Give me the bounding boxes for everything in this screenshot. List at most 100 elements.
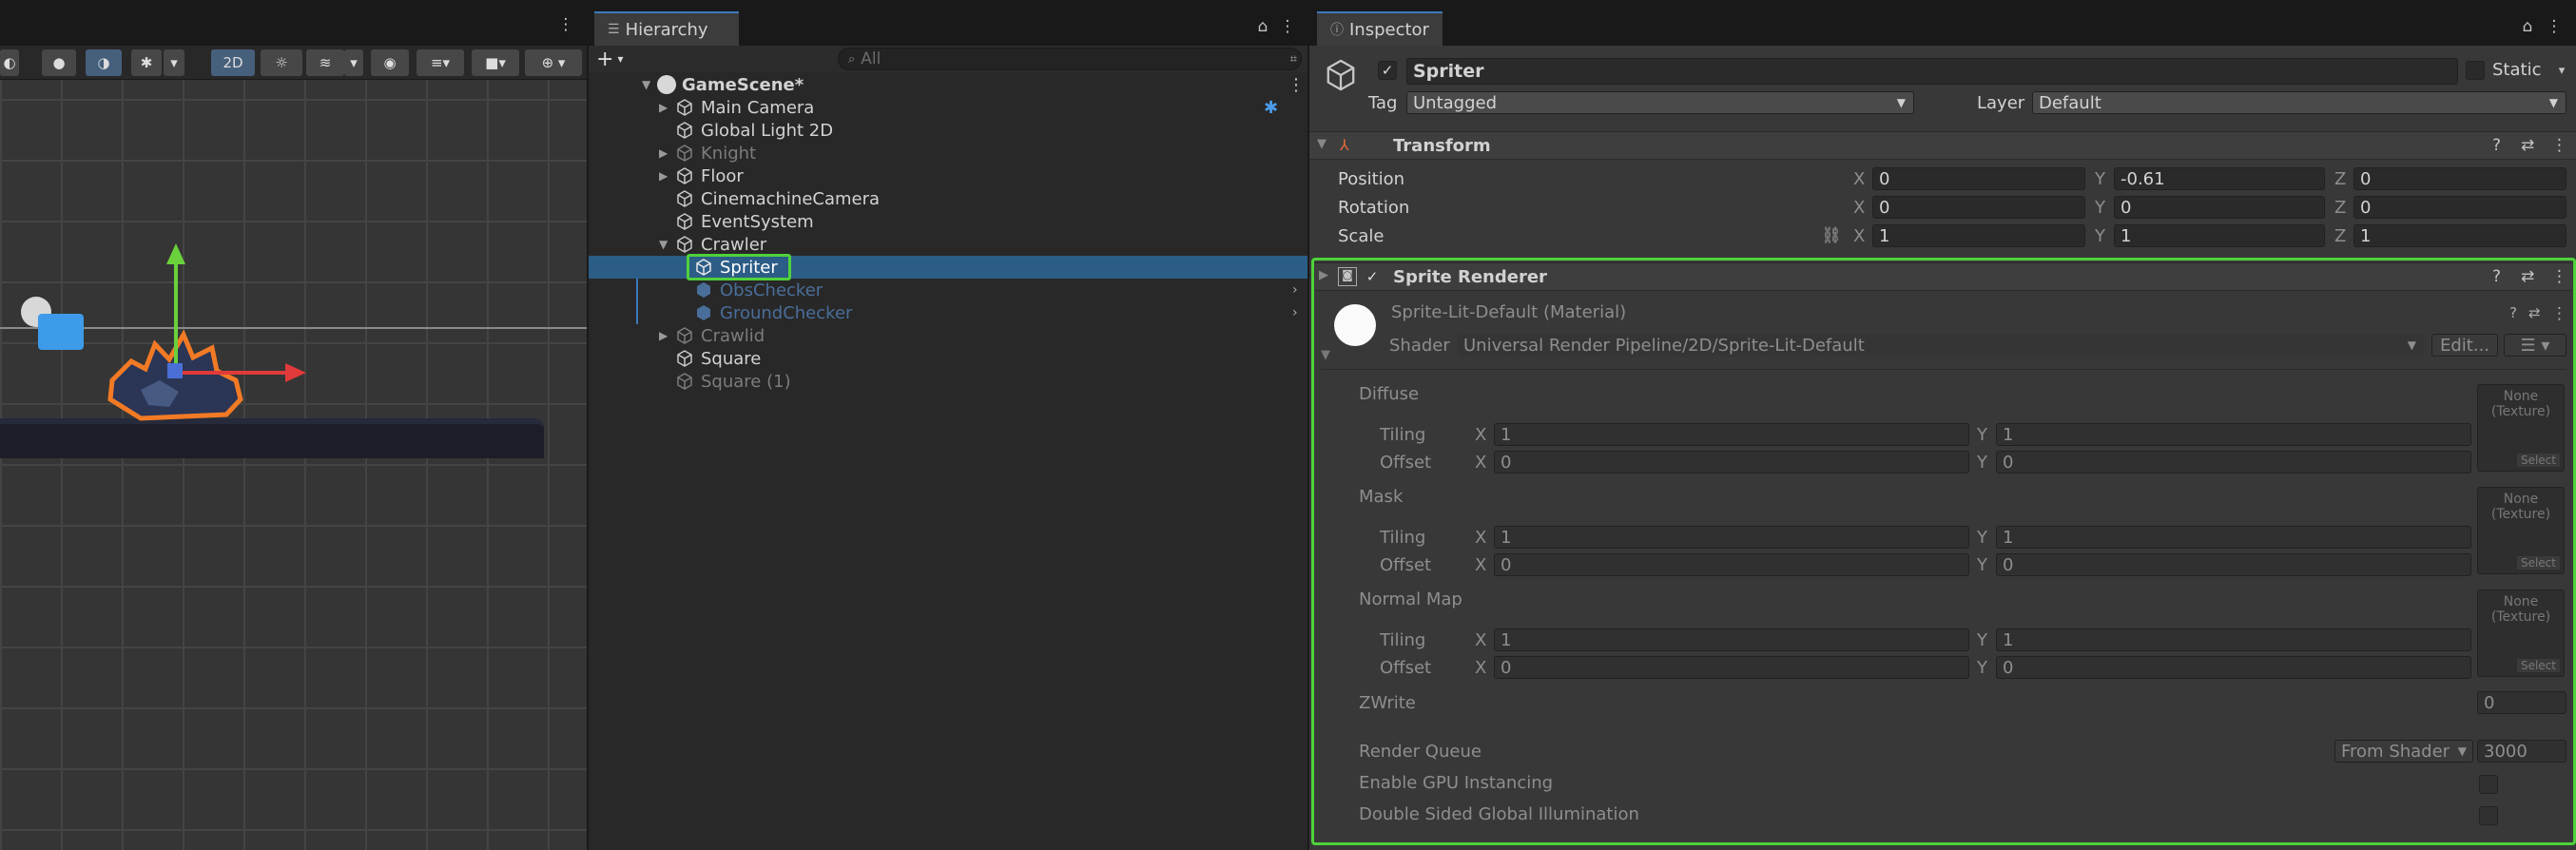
lighting-mode-icon[interactable]: ◑ — [86, 49, 122, 76]
active-checkbox[interactable]: ✓ — [1378, 61, 1397, 80]
position-z-field[interactable]: 0 — [2353, 167, 2566, 190]
more-menu-icon[interactable]: ⋮ — [2551, 304, 2567, 323]
chevron-right-icon[interactable]: › — [1292, 305, 1298, 320]
list-item[interactable]: ▶ Floor — [589, 164, 1309, 187]
more-menu-icon[interactable]: ⋮ — [2551, 136, 2567, 155]
mask-tiling-y[interactable]: 1 — [1996, 526, 2471, 549]
lock-icon[interactable]: ⌂ — [2519, 17, 2536, 36]
list-item[interactable]: ▶ Knight — [589, 142, 1309, 164]
normal-offset-y[interactable]: 0 — [1996, 656, 2471, 679]
effects-icon[interactable]: ≋ — [306, 49, 344, 76]
layer-dropdown[interactable]: Default ▼ — [2032, 91, 2566, 114]
visibility-eye-icon[interactable]: ◉ — [371, 49, 409, 76]
move-gizmo-y-axis[interactable] — [174, 255, 178, 375]
zwrite-field[interactable]: 0 — [2477, 691, 2566, 714]
render-queue-mode-dropdown[interactable]: From Shader ▼ — [2334, 740, 2473, 763]
select-texture-button[interactable]: Select — [2516, 454, 2560, 467]
hierarchy-search[interactable]: ⌕ All ⌗ — [838, 48, 1302, 70]
mask-offset-x[interactable]: 0 — [1494, 553, 1969, 576]
list-item-selected[interactable]: Spriter — [589, 254, 1309, 280]
rotation-x-field[interactable]: 0 — [1872, 196, 2085, 219]
expand-arrow-icon[interactable]: ▶ — [659, 101, 668, 114]
scale-z-field[interactable]: 1 — [2353, 224, 2566, 247]
expand-arrow-icon[interactable]: ▶ — [659, 146, 668, 160]
render-queue-field[interactable]: 3000 — [2477, 740, 2566, 763]
more-menu-icon[interactable]: ⋮ — [2551, 267, 2567, 286]
double-sided-gi-checkbox[interactable] — [2479, 806, 2498, 825]
gizmo-bug-icon[interactable]: ✱ — [131, 49, 162, 76]
gpu-instancing-checkbox[interactable] — [2479, 775, 2498, 794]
list-item[interactable]: Global Light 2D — [589, 119, 1309, 142]
tab-hierarchy[interactable]: ☰ Hierarchy — [594, 11, 739, 46]
diffuse-tiling-x[interactable]: 1 — [1494, 423, 1969, 446]
more-menu-icon[interactable]: ⋮ — [1288, 75, 1305, 95]
normal-map-texture-slot[interactable]: None (Texture) Select — [2477, 589, 2565, 677]
lock-icon[interactable]: ⌂ — [1254, 17, 1271, 36]
scale-x-field[interactable]: 1 — [1872, 224, 2085, 247]
edit-shader-button[interactable]: Edit... — [2431, 334, 2498, 357]
expand-arrow-icon[interactable]: ▶ — [659, 329, 668, 342]
preset-icon[interactable]: ⇄ — [2528, 304, 2541, 321]
more-menu-icon[interactable]: ⋮ — [558, 15, 574, 34]
enabled-checkbox[interactable]: ✓ — [1363, 267, 1382, 286]
move-gizmo-x-axis[interactable] — [176, 371, 290, 375]
diffuse-offset-x[interactable]: 0 — [1494, 451, 1969, 473]
move-gizmo-center[interactable] — [167, 363, 183, 378]
list-item[interactable]: Square — [589, 347, 1309, 370]
sprite-renderer-header[interactable]: ▶ ◙ ✓ Sprite Renderer ? ⇄ ⋮ — [1315, 262, 2572, 291]
chevron-down-icon[interactable]: ▾ — [2555, 61, 2568, 80]
expand-arrow-icon[interactable]: ▼ — [642, 78, 650, 91]
diffuse-offset-y[interactable]: 0 — [1996, 451, 2471, 473]
normal-tiling-x[interactable]: 1 — [1494, 628, 1969, 651]
transform-header[interactable]: ▼ ⅄ Transform ? ⇄ ⋮ — [1309, 131, 2576, 160]
link-scale-icon[interactable]: ⛓ — [1821, 226, 1842, 245]
gizmos-icon[interactable]: ⊕ ▾ — [525, 49, 582, 76]
list-item[interactable]: ObsChecker › — [589, 279, 1309, 301]
more-menu-icon[interactable]: ⋮ — [2547, 17, 2563, 36]
layers-icon[interactable]: ≡▾ — [416, 49, 464, 76]
tag-dropdown[interactable]: Untagged ▼ — [1406, 91, 1914, 114]
list-item[interactable]: EventSystem — [589, 210, 1309, 233]
list-item[interactable]: ▶ Crawlid — [589, 324, 1309, 347]
select-texture-button[interactable]: Select — [2516, 556, 2560, 570]
static-checkbox[interactable] — [2466, 61, 2485, 80]
position-x-field[interactable]: 0 — [1872, 167, 2085, 190]
search-options-icon[interactable]: ⌗ — [1290, 52, 1297, 67]
list-item[interactable]: CinemachineCamera — [589, 187, 1309, 210]
diffuse-texture-slot[interactable]: None (Texture) Select — [2477, 384, 2565, 472]
list-item[interactable]: ▼ Crawler — [589, 233, 1309, 256]
shader-dropdown[interactable]: Universal Render Pipeline/2D/Sprite-Lit-… — [1458, 334, 2424, 357]
camera-icon[interactable]: ■▾ — [472, 49, 519, 76]
scale-y-field[interactable]: 1 — [2114, 224, 2325, 247]
expand-arrow-icon[interactable]: ▶ — [659, 169, 668, 183]
expand-arrow-icon[interactable]: ▶ — [1319, 268, 1328, 282]
select-texture-button[interactable]: Select — [2516, 659, 2560, 672]
tab-inspector[interactable]: ⓘ Inspector — [1317, 11, 1443, 46]
object-name-field[interactable]: Spriter — [1406, 58, 2458, 85]
globe-icon[interactable]: ◐ — [0, 49, 19, 76]
mode-2d-button[interactable]: 2D — [211, 49, 255, 76]
list-item[interactable]: ▶ Main Camera ✱ — [589, 96, 1309, 119]
preset-icon[interactable]: ⇄ — [2521, 267, 2534, 286]
shader-options-button[interactable]: ☰ ▾ — [2504, 334, 2566, 357]
scene-root-row[interactable]: ▼ GameScene* ⋮ — [589, 73, 1309, 96]
mask-tiling-x[interactable]: 1 — [1494, 526, 1969, 549]
normal-offset-x[interactable]: 0 — [1494, 656, 1969, 679]
position-y-field[interactable]: -0.61 — [2114, 167, 2325, 190]
collapse-arrow-icon[interactable]: ▼ — [1321, 348, 1330, 362]
list-item[interactable]: GroundChecker › — [589, 301, 1309, 324]
lighting-toggle-icon[interactable]: ☼ — [261, 49, 302, 76]
move-gizmo-y-arrow-icon[interactable] — [166, 243, 185, 264]
help-icon[interactable]: ? — [2492, 136, 2501, 155]
chevron-down-icon[interactable]: ▾ — [344, 49, 363, 76]
chevron-right-icon[interactable]: › — [1292, 282, 1298, 298]
scene-view[interactable]: ⋮ ◐ ● ◑ ✱ ▾ 2D ☼ ≋ ▾ ◉ ≡▾ ■▾ ⊕ ▾ — [0, 0, 587, 850]
diffuse-tiling-y[interactable]: 1 — [1996, 423, 2471, 446]
mask-texture-slot[interactable]: None (Texture) Select — [2477, 487, 2565, 574]
add-object-button[interactable]: + ▾ — [596, 48, 634, 71]
mask-offset-y[interactable]: 0 — [1996, 553, 2471, 576]
rotation-z-field[interactable]: 0 — [2353, 196, 2566, 219]
preset-icon[interactable]: ⇄ — [2521, 136, 2534, 155]
normal-tiling-y[interactable]: 1 — [1996, 628, 2471, 651]
expand-arrow-icon[interactable]: ▼ — [659, 238, 668, 251]
